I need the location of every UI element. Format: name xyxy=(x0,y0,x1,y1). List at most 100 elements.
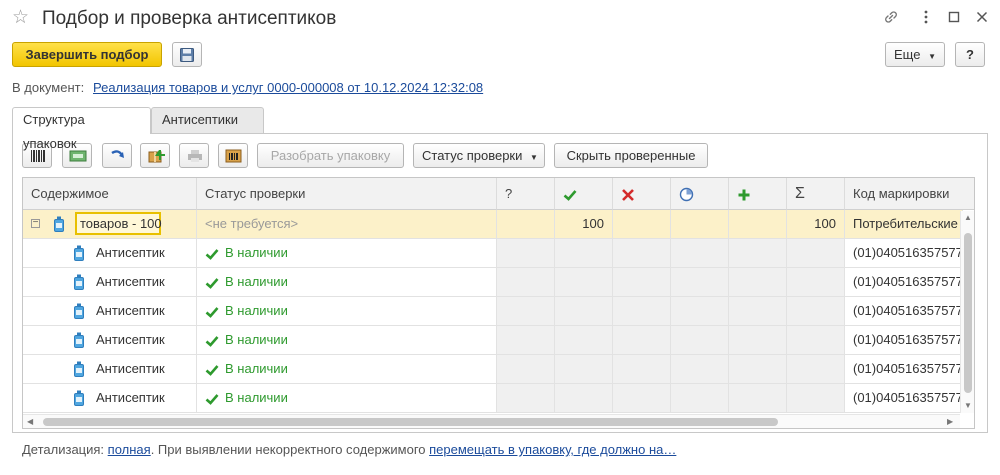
table-row-group[interactable]: − товаров - 100 <не требуется> 100 100 П… xyxy=(23,210,963,239)
cell-count xyxy=(729,326,787,354)
box-barcode-icon xyxy=(225,149,242,163)
vertical-scroll-thumb[interactable] xyxy=(964,233,972,393)
cell-code: (01)040516357577 xyxy=(845,355,963,383)
table-row[interactable]: Антисептик В наличии (01)040516357577 xyxy=(23,355,963,384)
window-title: Подбор и проверка антисептиков xyxy=(42,8,337,29)
table-row[interactable]: Антисептик В наличии (01)040516357577 xyxy=(23,297,963,326)
dropdown-arrow-icon: ▼ xyxy=(928,52,936,61)
collapse-icon[interactable]: − xyxy=(31,218,40,228)
check-status-label: Статус проверки xyxy=(422,148,523,163)
cell-count xyxy=(671,268,729,296)
dropdown-arrow-icon: ▼ xyxy=(530,153,538,162)
save-button[interactable] xyxy=(172,42,202,67)
scroll-up-arrow-icon[interactable]: ▲ xyxy=(964,213,972,223)
help-button[interactable]: ? xyxy=(955,42,985,67)
antiseptic-bottle-icon xyxy=(74,274,84,290)
table-row[interactable]: Антисептик В наличии (01)040516357577 xyxy=(23,384,963,413)
cell-status: В наличии xyxy=(197,384,497,412)
column-header-added[interactable] xyxy=(729,178,787,210)
cell-count xyxy=(497,326,555,354)
cell-count xyxy=(729,239,787,267)
scroll-right-arrow-icon[interactable]: ▶ xyxy=(947,417,953,427)
cell-code: (01)040516357577 xyxy=(845,268,963,296)
column-header-unknown[interactable]: ? xyxy=(497,178,555,210)
printer-icon xyxy=(188,150,202,162)
scroll-down-arrow-icon[interactable]: ▼ xyxy=(964,401,972,411)
print-button[interactable] xyxy=(179,143,209,168)
cross-red-icon xyxy=(622,188,634,201)
cell-content: Антисептик xyxy=(23,297,197,325)
column-header-checked[interactable] xyxy=(555,178,613,210)
cell-count xyxy=(729,384,787,412)
more-menu-button[interactable]: Еще ▼ xyxy=(885,42,945,67)
cell-count xyxy=(613,297,671,325)
item-name: Антисептик xyxy=(96,390,165,405)
group-name-field[interactable]: товаров - 100 xyxy=(75,212,162,235)
tab-antiseptics[interactable]: Антисептики (1) xyxy=(151,107,264,151)
cell-count xyxy=(671,297,729,325)
cell-code: (01)040516357577 xyxy=(845,239,963,267)
document-label: В документ: xyxy=(12,80,85,95)
detail-label: Детализация: xyxy=(22,442,105,457)
cell-count xyxy=(613,326,671,354)
cell-code: (01)040516357577 xyxy=(845,384,963,412)
document-link[interactable]: Реализация товаров и услуг 0000-000008 о… xyxy=(93,80,483,96)
add-package-button[interactable] xyxy=(140,143,170,168)
packages-table[interactable]: Содержимое Статус проверки ? Σ Код марки… xyxy=(22,177,975,429)
cell-content: Антисептик xyxy=(23,239,197,267)
maximize-icon[interactable] xyxy=(944,8,964,28)
cell-count xyxy=(729,268,787,296)
group-cell-unknown xyxy=(497,210,555,238)
cell-status: В наличии xyxy=(197,326,497,354)
group-cell-error xyxy=(613,210,671,238)
cell-status: В наличии xyxy=(197,297,497,325)
cell-count xyxy=(555,326,613,354)
vertical-scrollbar[interactable]: ▲ ▼ xyxy=(960,211,974,413)
tab-package-structure[interactable]: Структура упаковок xyxy=(12,107,151,151)
column-header-status[interactable]: Статус проверки xyxy=(197,178,497,210)
hide-checked-button[interactable]: Скрыть проверенные xyxy=(554,143,708,168)
group-cell-pending xyxy=(671,210,729,238)
table-row[interactable]: Антисептик В наличии (01)040516357577 xyxy=(23,239,963,268)
close-icon[interactable] xyxy=(972,8,992,28)
cell-count xyxy=(555,355,613,383)
footer-text: . При выявлении некорректного содержимог… xyxy=(150,442,426,457)
cell-count xyxy=(613,384,671,412)
checkmark-green-icon xyxy=(205,364,219,376)
checkmark-green-icon xyxy=(205,393,219,405)
scroll-left-arrow-icon[interactable]: ◀ xyxy=(27,417,33,427)
check-status-button[interactable]: Статус проверки ▼ xyxy=(413,143,545,168)
item-status: В наличии xyxy=(225,332,288,347)
table-row[interactable]: Антисептик В наличии (01)040516357577 xyxy=(23,268,963,297)
antiseptic-bottle-icon xyxy=(54,216,64,232)
group-cell-total: 100 xyxy=(787,210,845,238)
cell-count xyxy=(671,384,729,412)
cell-count xyxy=(555,384,613,412)
unpack-button[interactable]: Разобрать упаковку xyxy=(257,143,404,168)
item-status: В наличии xyxy=(225,390,288,405)
antiseptic-bottle-icon xyxy=(74,390,84,406)
column-header-pending[interactable] xyxy=(671,178,729,210)
horizontal-scroll-thumb[interactable] xyxy=(43,418,778,426)
detail-full-link[interactable]: полная xyxy=(108,442,151,457)
item-name: Антисептик xyxy=(96,332,165,347)
cell-count xyxy=(787,297,845,325)
floppy-disk-icon xyxy=(180,48,194,62)
link-icon[interactable] xyxy=(881,8,901,28)
redo-button[interactable] xyxy=(102,143,132,168)
favorite-star-icon[interactable]: ☆ xyxy=(12,7,29,29)
cell-count xyxy=(787,268,845,296)
cell-status: В наличии xyxy=(197,268,497,296)
column-header-error[interactable] xyxy=(613,178,671,210)
column-header-total[interactable]: Σ xyxy=(787,178,845,210)
column-header-content[interactable]: Содержимое xyxy=(23,178,197,210)
move-to-package-link[interactable]: перемещать в упаковку, где должно на… xyxy=(429,442,676,457)
table-row[interactable]: Антисептик В наличии (01)040516357577 xyxy=(23,326,963,355)
finish-selection-button[interactable]: Завершить подбор xyxy=(12,42,162,67)
horizontal-scrollbar[interactable]: ◀ ▶ xyxy=(23,414,960,428)
package-barcode-button[interactable] xyxy=(218,143,248,168)
cell-count xyxy=(671,239,729,267)
column-header-code[interactable]: Код маркировки xyxy=(845,178,974,210)
more-icon[interactable] xyxy=(916,8,936,28)
checkmark-green-icon xyxy=(205,277,219,289)
